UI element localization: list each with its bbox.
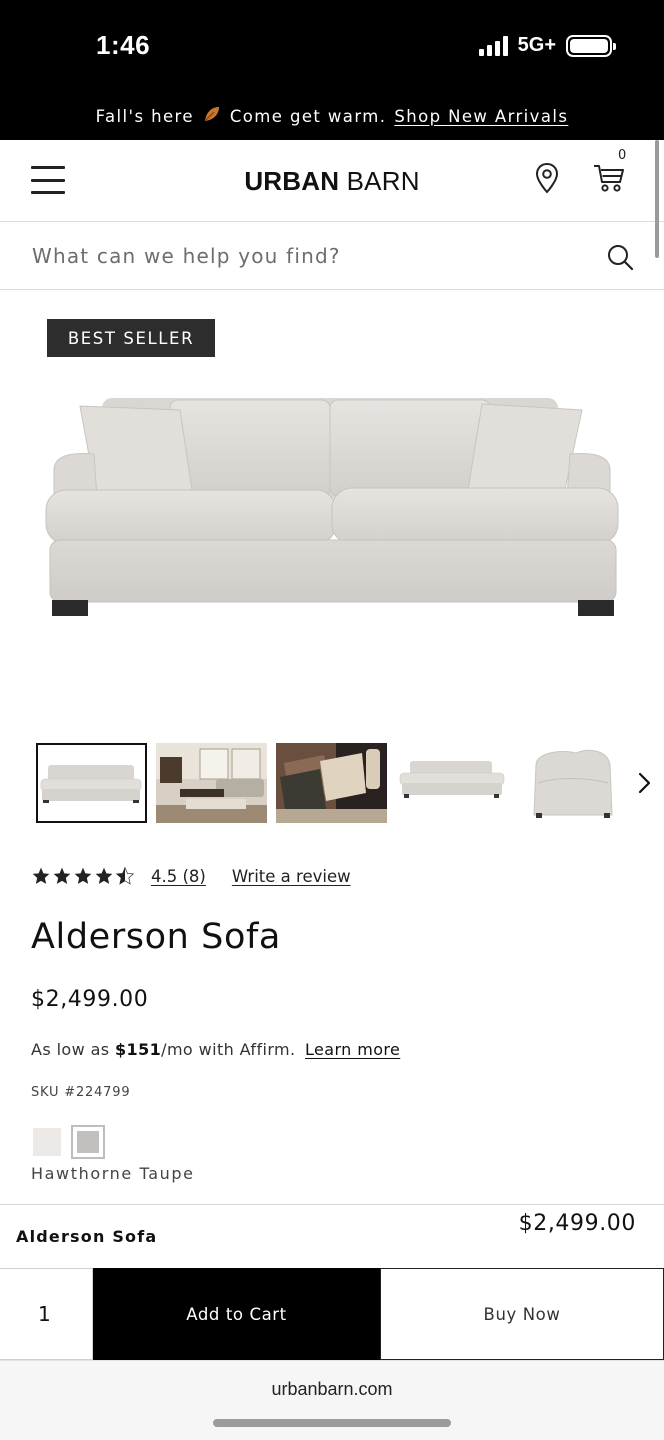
star-icon bbox=[74, 867, 92, 884]
search-input[interactable] bbox=[0, 222, 590, 289]
swatch-name: Hawthorne Taupe bbox=[31, 1164, 195, 1183]
status-indicators: 5G+ bbox=[478, 34, 616, 57]
rating-row: 4.5 (8) Write a review bbox=[31, 864, 351, 888]
swatch-light[interactable] bbox=[33, 1128, 61, 1156]
thumbnail-sofa-front[interactable] bbox=[36, 743, 147, 823]
logo-urban: URBAN bbox=[244, 166, 340, 196]
site-logo[interactable]: URBAN BARN bbox=[0, 166, 664, 197]
star-icon bbox=[95, 867, 113, 884]
swatch-hawthorne-taupe[interactable] bbox=[71, 1125, 105, 1159]
cart-icon[interactable] bbox=[592, 160, 626, 194]
promo-banner: Fall's here Come get warm. Shop New Arri… bbox=[0, 92, 664, 140]
learn-more-link[interactable]: Learn more bbox=[305, 1040, 400, 1059]
quantity-field[interactable]: 1 bbox=[0, 1268, 93, 1360]
thumbnail-sofa-side[interactable] bbox=[516, 743, 627, 823]
shop-new-arrivals-link[interactable]: Shop New Arrivals bbox=[394, 107, 568, 126]
product-price: $2,499.00 bbox=[31, 987, 149, 1012]
thumbnail-living-room[interactable] bbox=[156, 743, 267, 823]
promo-text-2: Come get warm. bbox=[229, 106, 387, 126]
affirm-financing: As low as $151/mo with Affirm. Learn mor… bbox=[31, 1040, 400, 1059]
sticky-product-price: $2,499.00 bbox=[518, 1211, 636, 1236]
star-icon bbox=[53, 867, 71, 884]
search-bar bbox=[0, 222, 664, 290]
logo-barn: BARN bbox=[346, 166, 420, 196]
sku-label: SKU #224799 bbox=[31, 1085, 131, 1100]
thumbnail-pillows[interactable] bbox=[276, 743, 387, 823]
location-pin-icon[interactable] bbox=[534, 162, 560, 194]
star-rating bbox=[31, 866, 135, 886]
home-indicator[interactable] bbox=[213, 1419, 451, 1427]
star-icon bbox=[32, 867, 50, 884]
product-title: Alderson Sofa bbox=[31, 917, 281, 957]
cart-count-badge: 0 bbox=[618, 148, 627, 163]
affirm-amount: $151 bbox=[115, 1040, 162, 1059]
url-label[interactable]: urbanbarn.com bbox=[0, 1379, 664, 1400]
thumbnail-strip bbox=[36, 743, 636, 823]
sticky-cart-bar: Alderson Sofa $2,499.00 1 Add to Cart Bu… bbox=[0, 1204, 664, 1360]
affirm-prefix: As low as bbox=[31, 1040, 110, 1059]
affirm-suffix: /mo with Affirm. bbox=[161, 1040, 296, 1059]
write-review-link[interactable]: Write a review bbox=[232, 867, 351, 886]
promo-text: Fall's here bbox=[95, 106, 194, 126]
network-label: 5G+ bbox=[517, 34, 556, 56]
signal-icon bbox=[478, 35, 508, 56]
rating-count-link[interactable]: 4.5 (8) bbox=[151, 867, 206, 886]
leaf-icon bbox=[202, 104, 222, 129]
site-header: URBAN BARN 0 bbox=[0, 140, 664, 222]
status-bar: 1:46 5G+ bbox=[0, 0, 664, 92]
best-seller-badge: BEST SELLER bbox=[47, 319, 215, 357]
status-time: 1:46 bbox=[96, 30, 151, 60]
chevron-right-icon[interactable] bbox=[634, 768, 656, 798]
half-star-icon bbox=[115, 866, 135, 885]
sticky-product-name: Alderson Sofa bbox=[16, 1227, 158, 1246]
add-to-cart-button[interactable]: Add to Cart bbox=[93, 1268, 380, 1360]
browser-address-bar: urbanbarn.com bbox=[0, 1360, 664, 1440]
buy-now-button[interactable]: Buy Now bbox=[380, 1268, 664, 1360]
battery-icon bbox=[566, 34, 616, 57]
thumbnail-sofa-angle[interactable] bbox=[396, 743, 507, 823]
search-icon[interactable] bbox=[606, 243, 634, 271]
product-main-image[interactable] bbox=[40, 390, 624, 630]
